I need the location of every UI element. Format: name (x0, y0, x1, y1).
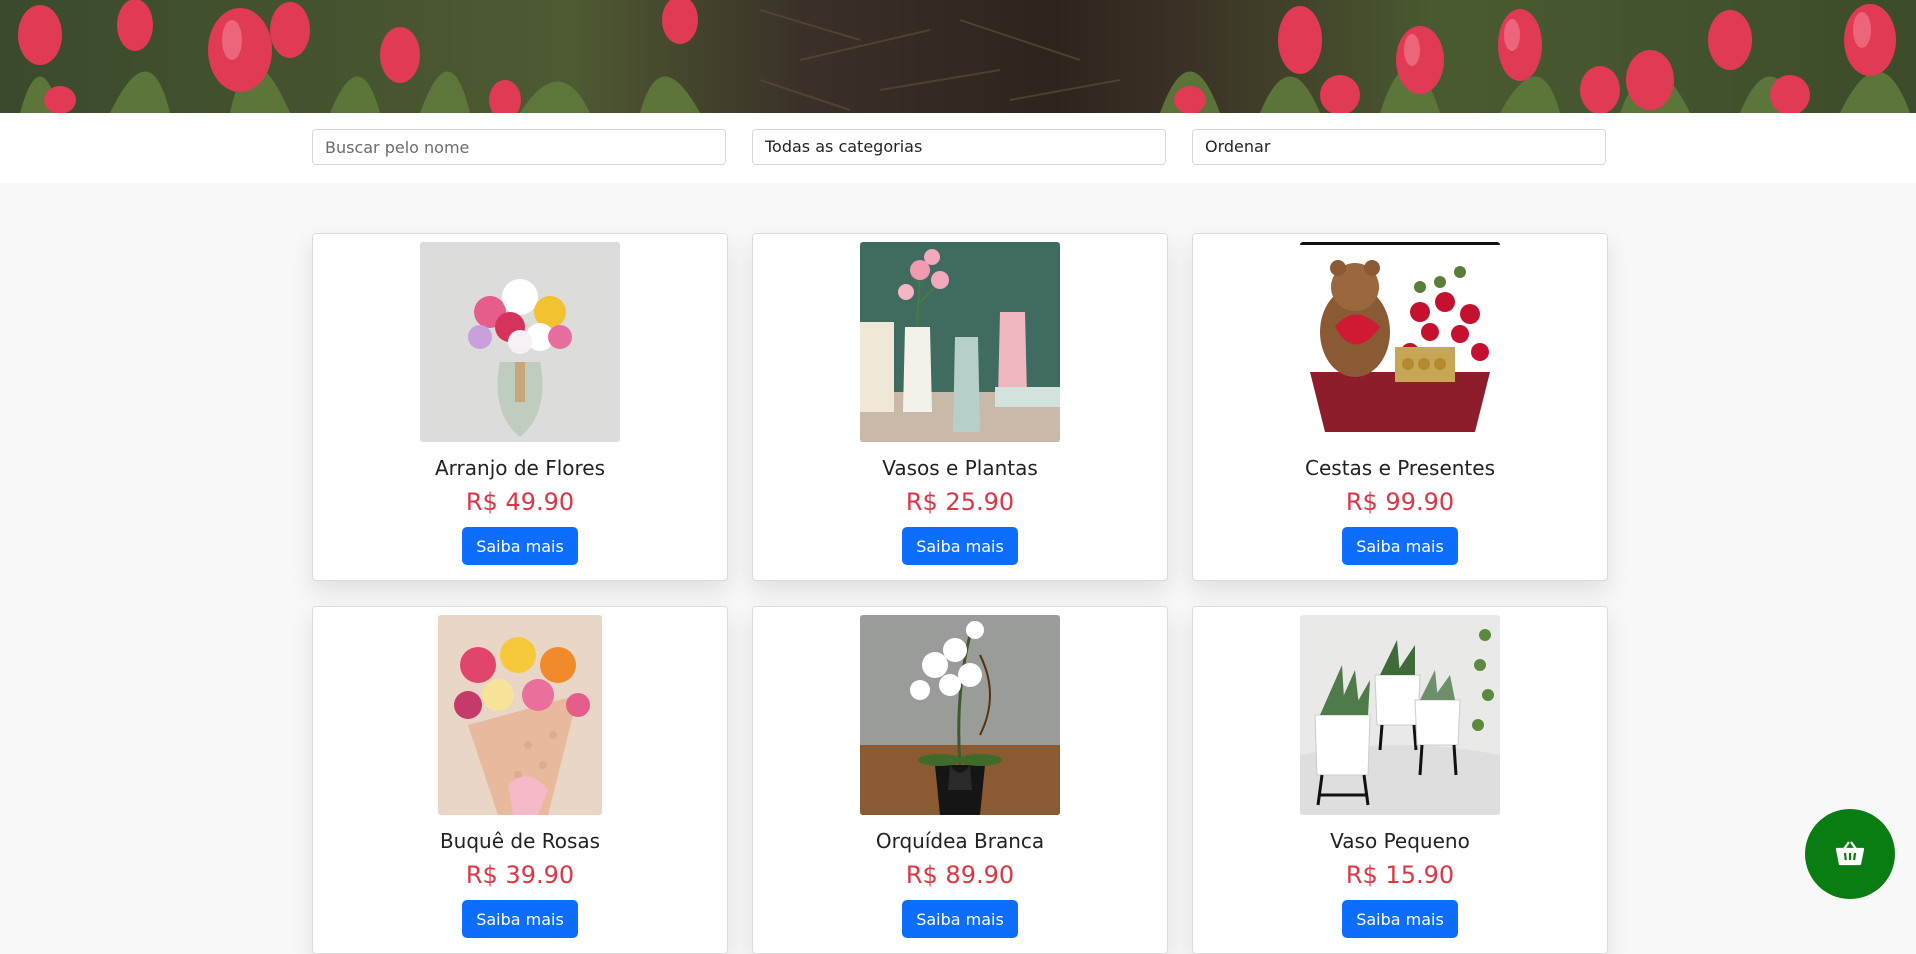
product-name: Buquê de Rosas (439, 829, 601, 853)
product-price: R$ 39.90 (465, 861, 575, 889)
product-price: R$ 25.90 (905, 488, 1015, 516)
product-name: Orquídea Branca (875, 829, 1045, 853)
product-card: Cestas e Presentes R$ 99.90 Saiba mais (1192, 233, 1608, 581)
category-select[interactable]: Todas as categorias (752, 129, 1166, 165)
product-image (1300, 615, 1500, 815)
saiba-mais-button[interactable]: Saiba mais (462, 900, 578, 938)
product-image (860, 242, 1060, 442)
product-image (1300, 242, 1500, 442)
shopping-basket-icon (1835, 840, 1865, 869)
product-image (860, 615, 1060, 815)
saiba-mais-button[interactable]: Saiba mais (1342, 900, 1458, 938)
product-price: R$ 89.90 (905, 861, 1015, 889)
product-image (438, 615, 602, 815)
product-price: R$ 99.90 (1345, 488, 1455, 516)
product-name: Vasos e Plantas (882, 456, 1038, 480)
product-name: Vaso Pequeno (1330, 829, 1470, 853)
product-card: Orquídea Branca R$ 89.90 Saiba mais (752, 606, 1168, 954)
product-price: R$ 15.90 (1345, 861, 1455, 889)
product-price: R$ 49.90 (465, 488, 575, 516)
product-card: Arranjo de Flores R$ 49.90 Saiba mais (312, 233, 728, 581)
product-name: Arranjo de Flores (434, 456, 606, 480)
saiba-mais-button[interactable]: Saiba mais (462, 527, 578, 565)
saiba-mais-button[interactable]: Saiba mais (1342, 527, 1458, 565)
product-image (420, 242, 620, 442)
saiba-mais-button[interactable]: Saiba mais (902, 900, 1018, 938)
product-card: Vasos e Plantas R$ 25.90 Saiba mais (752, 233, 1168, 581)
product-card: Buquê de Rosas R$ 39.90 Saiba mais (312, 606, 728, 954)
product-name: Cestas e Presentes (1305, 456, 1495, 480)
order-select[interactable]: Ordenar (1192, 129, 1606, 165)
hero-banner-image (0, 0, 1916, 113)
product-card: Vaso Pequeno R$ 15.90 Saiba mais (1192, 606, 1608, 954)
cart-button[interactable] (1805, 809, 1895, 899)
saiba-mais-button[interactable]: Saiba mais (902, 527, 1018, 565)
search-input[interactable] (312, 129, 726, 165)
filter-bar: Todas as categorias Ordenar (0, 113, 1916, 183)
